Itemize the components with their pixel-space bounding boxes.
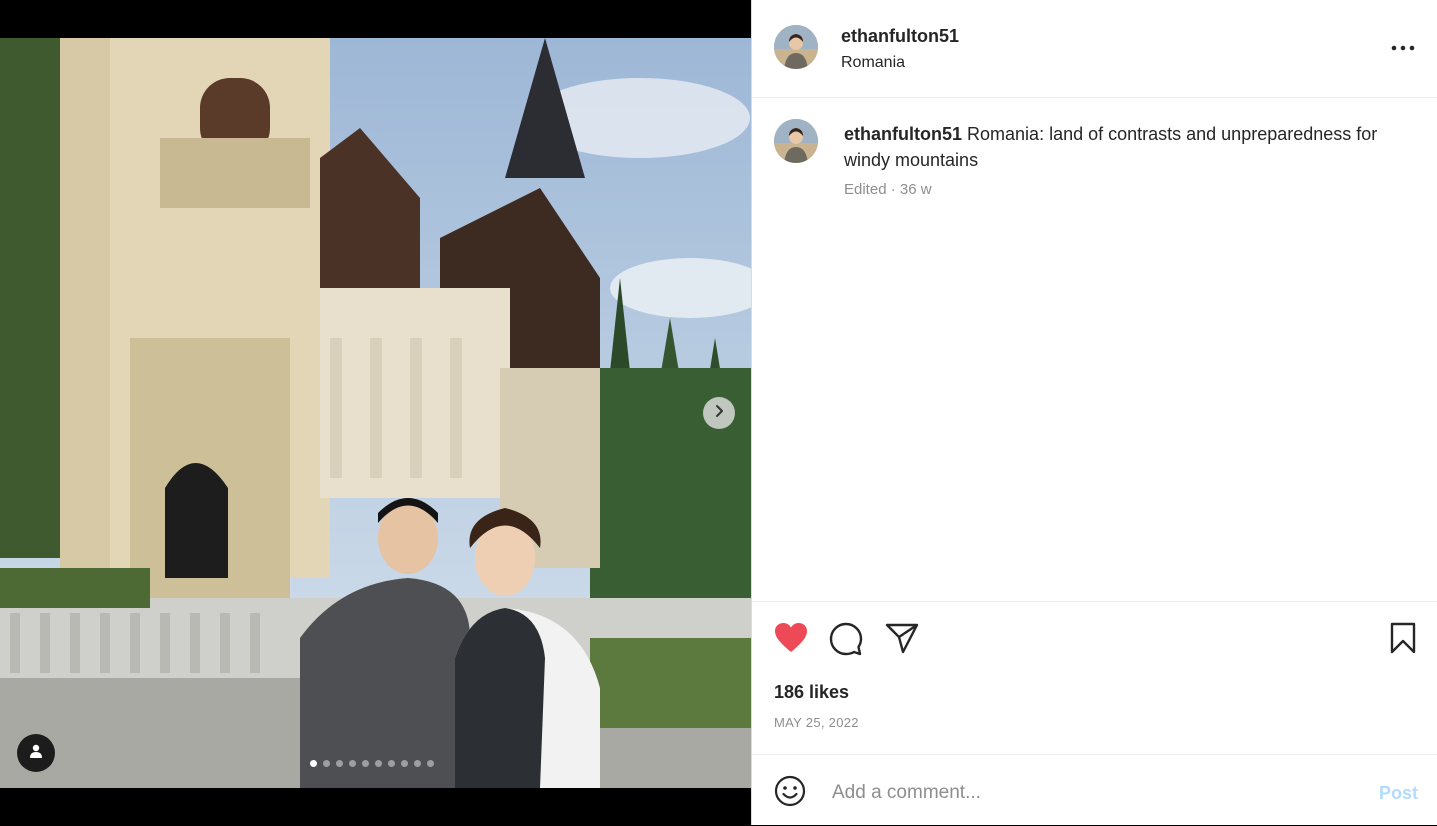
carousel-dot	[310, 760, 317, 767]
post-photo[interactable]	[0, 38, 751, 788]
comment-input[interactable]	[830, 775, 1354, 811]
carousel-dot	[349, 760, 356, 767]
post-age[interactable]: 36 w	[900, 181, 932, 198]
carousel-dot	[401, 760, 408, 767]
carousel-dot	[427, 760, 434, 767]
post-details-panel: ethanfulton51 Romania ethanfulton51 Roma…	[751, 0, 1437, 825]
post-actions: 186 likes MAY 25, 2022	[752, 601, 1437, 755]
post-header: ethanfulton51 Romania	[752, 0, 1437, 98]
emoji-button[interactable]	[774, 775, 806, 812]
chevron-right-icon	[711, 403, 727, 424]
post-username[interactable]: ethanfulton51	[841, 26, 959, 47]
caption-meta: Edited · 36 w	[844, 181, 932, 198]
post-media-panel	[0, 0, 751, 825]
carousel-dot	[362, 760, 369, 767]
carousel-dots	[310, 760, 434, 767]
paper-plane-icon	[885, 623, 919, 658]
more-options-button[interactable]	[1388, 38, 1418, 58]
carousel-dot	[388, 760, 395, 767]
post-caption: ethanfulton51 Romania: land of contrasts…	[844, 121, 1404, 173]
carousel-dot	[336, 760, 343, 767]
comment-icon	[829, 622, 863, 660]
carousel-next-button[interactable]	[703, 397, 735, 429]
caption-username[interactable]: ethanfulton51	[844, 124, 962, 144]
edited-label: Edited	[844, 181, 887, 198]
share-button[interactable]	[885, 622, 919, 659]
post-location[interactable]: Romania	[841, 54, 905, 72]
meta-separator: ·	[890, 181, 900, 198]
user-icon	[28, 743, 44, 764]
bookmark-icon	[1388, 622, 1418, 658]
carousel-dot	[375, 760, 382, 767]
save-button[interactable]	[1388, 622, 1418, 659]
comment-button[interactable]	[829, 622, 863, 661]
post-date: MAY 25, 2022	[774, 715, 859, 730]
likes-count[interactable]: 186 likes	[774, 682, 849, 703]
carousel-dot	[414, 760, 421, 767]
user-tags-button[interactable]	[17, 734, 55, 772]
comment-bar: Post	[752, 754, 1437, 826]
carousel-dot	[323, 760, 330, 767]
photo-illustration	[0, 38, 751, 788]
like-button[interactable]	[774, 622, 808, 659]
avatar[interactable]	[774, 25, 818, 69]
emoji-smile-icon	[774, 775, 806, 811]
avatar[interactable]	[774, 119, 818, 163]
heart-icon	[774, 623, 808, 658]
post-comment-button[interactable]: Post	[1379, 783, 1418, 804]
more-horizontal-icon	[1388, 45, 1418, 62]
